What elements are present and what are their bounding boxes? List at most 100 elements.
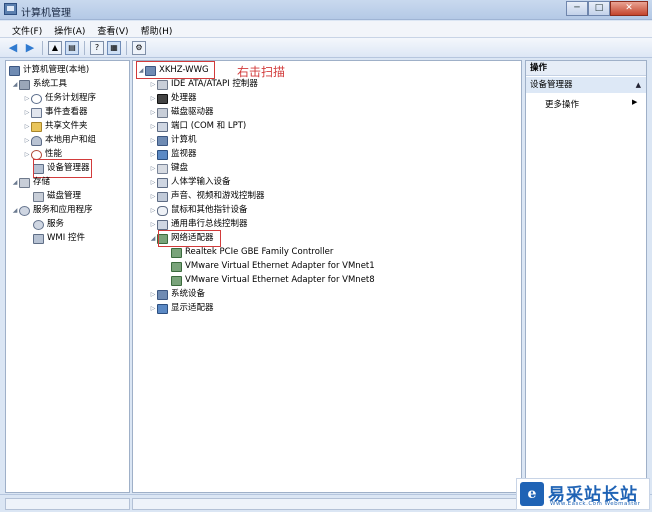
category-label: 处理器 — [171, 93, 197, 103]
device-category[interactable]: ▷ 端口 (COM 和 LPT) — [149, 120, 246, 133]
watermark-url: Www.Easck.Com Webmaster — [550, 501, 641, 507]
collapsed-icon[interactable]: ▷ — [149, 302, 157, 315]
collapsed-icon[interactable]: ▷ — [23, 92, 31, 105]
collapsed-icon[interactable]: ▷ — [149, 106, 157, 119]
display-adapter-icon — [157, 303, 168, 314]
device-category[interactable]: ▷ 声音、视频和游戏控制器 — [149, 190, 265, 203]
event-log-icon — [31, 107, 42, 118]
tree-label: 本地用户和组 — [45, 135, 97, 145]
collapsed-icon[interactable]: ▷ — [149, 162, 157, 175]
maximize-button[interactable]: □ — [588, 1, 610, 16]
tree-item-services[interactable]: 服务 — [33, 218, 64, 231]
collapsed-icon[interactable]: ▷ — [149, 92, 157, 105]
network-adapter-item[interactable]: VMware Virtual Ethernet Adapter for VMne… — [171, 260, 375, 273]
actions-section-device-manager[interactable]: 设备管理器 ▲ — [526, 77, 646, 93]
scan-hardware-icon[interactable]: ⚙ — [132, 40, 146, 55]
tree-label: 存储 — [33, 177, 51, 187]
tree-label: 共享文件夹 — [45, 121, 88, 131]
tree-item-storage[interactable]: ◢ 存储 — [11, 176, 50, 189]
tree-item-root[interactable]: 计算机管理(本地) — [9, 64, 89, 77]
collapsed-icon[interactable]: ▷ — [149, 148, 157, 161]
device-category[interactable]: ▷ 鼠标和其他指针设备 — [149, 204, 248, 217]
tree-label: 任务计划程序 — [45, 93, 97, 103]
device-category[interactable]: ▷ 处理器 — [149, 92, 197, 105]
window-title: 计算机管理 — [21, 8, 71, 19]
category-label: 磁盘驱动器 — [171, 107, 214, 117]
tree-item-local-users[interactable]: ▷ 本地用户和组 — [23, 134, 96, 147]
up-folder-icon[interactable]: ▲ — [48, 40, 62, 55]
tree-item-system-tools[interactable]: ◢ 系统工具 — [11, 78, 67, 91]
tree-item-event-viewer[interactable]: ▷ 事件查看器 — [23, 106, 88, 119]
device-category[interactable]: ▷ 监视器 — [149, 148, 197, 161]
storage-icon — [19, 177, 30, 188]
toolbar-separator — [84, 40, 85, 55]
port-icon — [157, 121, 168, 132]
device-category[interactable]: ▷ 键盘 — [149, 162, 188, 175]
device-category[interactable]: ▷ 人体学输入设备 — [149, 176, 231, 189]
tree-label: 服务和应用程序 — [33, 205, 93, 215]
collapse-up-icon[interactable]: ▲ — [636, 77, 641, 93]
tree-item-wmi[interactable]: WMI 控件 — [33, 232, 85, 245]
actions-section-label: 设备管理器 — [530, 80, 573, 90]
collapsed-icon[interactable]: ▷ — [149, 190, 157, 203]
category-label: IDE ATA/ATAPI 控制器 — [171, 79, 258, 89]
collapsed-icon[interactable]: ▷ — [149, 134, 157, 147]
collapsed-icon[interactable]: ▷ — [149, 288, 157, 301]
menu-help[interactable]: 帮助(H) — [135, 21, 179, 37]
close-button[interactable]: ✕ — [610, 1, 648, 16]
menu-view[interactable]: 查看(V) — [91, 21, 134, 37]
collapsed-icon[interactable]: ▷ — [149, 78, 157, 91]
collapsed-icon[interactable]: ▷ — [149, 218, 157, 231]
title-bar: 计算机管理 ─ □ ✕ — [0, 0, 652, 20]
category-label: 人体学输入设备 — [171, 177, 231, 187]
collapsed-icon[interactable]: ▷ — [23, 134, 31, 147]
expanded-icon[interactable]: ◢ — [11, 204, 19, 217]
network-adapter-item[interactable]: Realtek PCIe GBE Family Controller — [171, 246, 333, 259]
expanded-icon[interactable]: ◢ — [149, 232, 157, 245]
adapter-label: VMware Virtual Ethernet Adapter for VMne… — [185, 275, 375, 285]
collapsed-icon[interactable]: ▷ — [149, 120, 157, 133]
device-category[interactable]: ▷ 显示适配器 — [149, 302, 214, 315]
more-actions-link[interactable]: 更多操作 ▶ — [545, 98, 637, 110]
monitor-icon — [157, 149, 168, 160]
device-category[interactable]: ▷ IDE ATA/ATAPI 控制器 — [149, 78, 258, 91]
menu-file[interactable]: 文件(F) — [6, 21, 48, 37]
tree-item-task-scheduler[interactable]: ▷ 任务计划程序 — [23, 92, 96, 105]
chevron-right-icon: ▶ — [632, 98, 638, 106]
tree-label: 计算机管理(本地) — [23, 65, 90, 75]
minimize-button[interactable]: ─ — [566, 1, 588, 16]
users-icon — [31, 135, 42, 146]
tree-item-shared-folders[interactable]: ▷ 共享文件夹 — [23, 120, 88, 133]
tree-label: 事件查看器 — [45, 107, 88, 117]
properties-icon[interactable]: ▦ — [107, 40, 121, 55]
tree-item-services-apps[interactable]: ◢ 服务和应用程序 — [11, 204, 93, 217]
highlight-host — [136, 61, 215, 79]
toolbar-separator — [126, 40, 127, 55]
help-icon[interactable]: ? — [90, 40, 104, 55]
collapsed-icon[interactable]: ▷ — [149, 204, 157, 217]
mouse-icon — [157, 205, 168, 216]
highlight-network-adapters — [158, 230, 221, 247]
collapsed-icon[interactable]: ▷ — [149, 176, 157, 189]
tree-item-disk-management[interactable]: 磁盘管理 — [33, 190, 81, 203]
computer-management-icon — [4, 3, 17, 15]
network-adapter-item[interactable]: VMware Virtual Ethernet Adapter for VMne… — [171, 274, 375, 287]
actions-header: 操作 — [526, 61, 646, 76]
expanded-icon[interactable]: ◢ — [11, 78, 19, 91]
device-category[interactable]: ▷ 磁盘驱动器 — [149, 106, 214, 119]
usb-icon — [157, 219, 168, 230]
category-label: 系统设备 — [171, 289, 206, 299]
collapsed-icon[interactable]: ▷ — [23, 120, 31, 133]
forward-arrow-icon[interactable]: ▶ — [23, 41, 37, 55]
collapsed-icon[interactable]: ▷ — [23, 106, 31, 119]
back-arrow-icon[interactable]: ◀ — [6, 41, 20, 55]
wmi-icon — [33, 233, 44, 244]
device-category[interactable]: ▷ 系统设备 — [149, 288, 205, 301]
show-hide-tree-icon[interactable]: ▤ — [65, 40, 79, 55]
tools-icon — [19, 79, 30, 90]
toolbar: ◀ ▶ ▲ ▤ ? ▦ ⚙ — [0, 38, 652, 58]
device-category[interactable]: ▷ 计算机 — [149, 134, 197, 147]
expanded-icon[interactable]: ◢ — [11, 176, 19, 189]
collapsed-icon[interactable]: ▷ — [23, 148, 31, 161]
menu-action[interactable]: 操作(A) — [48, 21, 91, 37]
